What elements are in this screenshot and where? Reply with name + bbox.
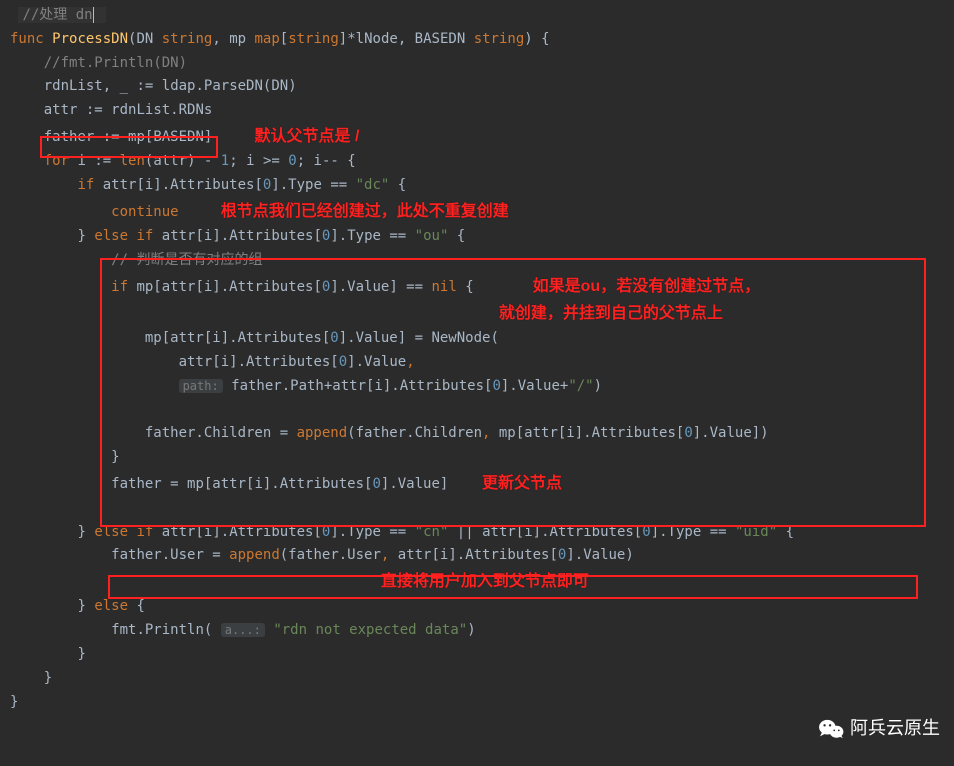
code-line: 就创建，并挂到自己的父节点上 — [10, 300, 954, 327]
code-line: } — [10, 446, 954, 470]
code-line: for i := len(attr) - 1; i >= 0; i-- { — [10, 150, 954, 174]
code-line: path: father.Path+attr[i].Attributes[0].… — [10, 375, 954, 399]
code-line — [10, 497, 954, 521]
code-line: // 判断是否有对应的组 — [10, 249, 954, 273]
code-line: if attr[i].Attributes[0].Type == "dc" { — [10, 174, 954, 198]
code-line: rdnList, _ := ldap.ParseDN(DN) — [10, 75, 954, 99]
code-line: } — [10, 667, 954, 691]
code-line: } else { — [10, 595, 954, 619]
annotation: 就创建，并挂到自己的父节点上 — [499, 305, 723, 322]
annotation: 更新父节点 — [482, 475, 562, 492]
wechat-icon — [818, 718, 844, 740]
code-line: father.User = append(father.User, attr[i… — [10, 544, 954, 568]
annotation: 根节点我们已经创建过，此处不重复创建 — [221, 203, 509, 220]
code-line: continue 根节点我们已经创建过，此处不重复创建 — [10, 198, 954, 225]
code-line: 直接将用户加入到父节点即可 — [10, 568, 954, 595]
code-editor[interactable]: //处理 dn func ProcessDN(DN string, mp map… — [0, 0, 954, 718]
annotation: 直接将用户加入到父节点即可 — [381, 573, 589, 590]
comment-input[interactable]: //处理 dn — [18, 7, 106, 23]
code-line: father.Children = append(father.Children… — [10, 422, 954, 446]
code-line: } — [10, 691, 954, 715]
annotation: 如果是ou，若没有创建过节点， — [533, 278, 761, 295]
watermark: 阿兵云原生 — [818, 713, 940, 744]
code-line: } else if attr[i].Attributes[0].Type == … — [10, 225, 954, 249]
code-line — [10, 398, 954, 422]
code-line: attr[i].Attributes[0].Value, — [10, 351, 954, 375]
code-line: //处理 dn — [10, 4, 954, 28]
code-line: //fmt.Println(DN) — [10, 52, 954, 76]
code-line: func ProcessDN(DN string, mp map[string]… — [10, 28, 954, 52]
code-line: father = mp[attr[i].Attributes[0].Value]… — [10, 470, 954, 497]
code-line: } else if attr[i].Attributes[0].Type == … — [10, 521, 954, 545]
param-hint: path: — [179, 379, 223, 393]
code-line: } — [10, 643, 954, 667]
code-line: if mp[attr[i].Attributes[0].Value] == ni… — [10, 273, 954, 300]
param-hint: a...: — [221, 623, 265, 637]
code-line: attr := rdnList.RDNs — [10, 99, 954, 123]
watermark-text: 阿兵云原生 — [850, 713, 940, 744]
code-line: father := mp[BASEDN] 默认父节点是 / — [10, 123, 954, 150]
annotation: 默认父节点是 / — [255, 128, 360, 145]
code-line: mp[attr[i].Attributes[0].Value] = NewNod… — [10, 327, 954, 351]
text-cursor — [93, 7, 94, 23]
code-line: fmt.Println( a...: "rdn not expected dat… — [10, 619, 954, 643]
